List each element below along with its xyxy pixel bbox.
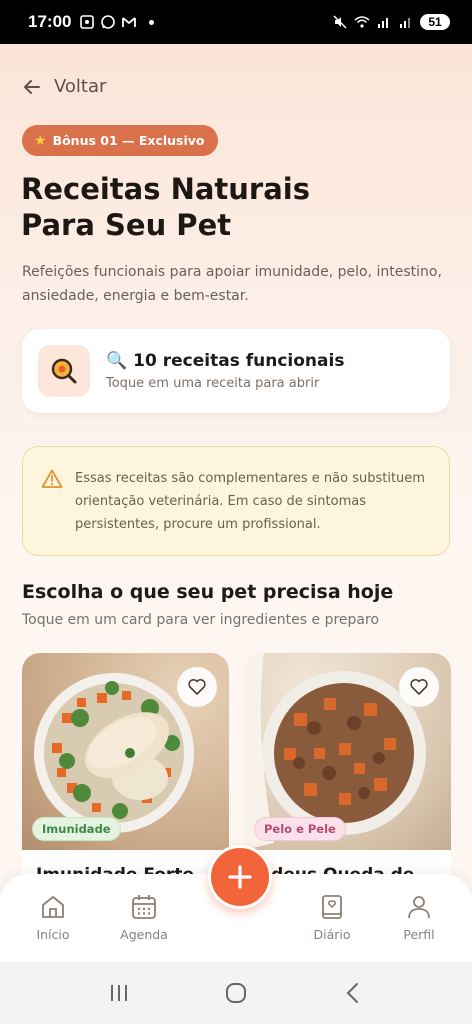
whatsapp-icon — [101, 15, 116, 29]
page-subtitle: Refeições funcionais para apoiar imunida… — [22, 264, 442, 304]
gmail-icon — [122, 17, 137, 27]
notification-dot — [149, 19, 155, 25]
recipe-card[interactable]: Pelo e Pele Adeus Queda de — [244, 653, 451, 880]
warning-icon — [41, 469, 63, 488]
status-app-icons — [79, 14, 137, 30]
signal-icon — [400, 18, 410, 28]
count-title: 🔍 10 receitas funcionais — [106, 351, 344, 371]
status-right: 51 — [332, 14, 450, 30]
page-title-line1: Receitas Naturais — [21, 172, 311, 206]
count-text: 🔍 10 receitas funcionais Toque em uma re… — [106, 351, 344, 391]
nav-item-diario[interactable]: Diário — [296, 892, 368, 942]
favorite-button[interactable] — [399, 667, 439, 707]
calendar-icon — [132, 895, 156, 919]
system-nav-bar — [0, 962, 472, 1024]
disclaimer-text: Essas receitas são complementares e não … — [75, 471, 425, 532]
section-title: Escolha o que seu pet precisa hoje — [22, 581, 394, 603]
add-button[interactable] — [208, 845, 272, 909]
magnifier-icon: 🔍 — [106, 351, 128, 371]
book-icon — [322, 895, 342, 919]
arrow-left-icon — [24, 79, 40, 94]
bonus-badge: ★ Bônus 01 — Exclusivo — [22, 125, 218, 156]
back-chevron-icon[interactable] — [340, 980, 366, 1006]
count-subtitle: Toque em uma receita para abrir — [106, 376, 320, 391]
signal-icon — [378, 18, 388, 28]
status-left: 17:00 — [28, 12, 155, 32]
recipe-card[interactable]: Imunidade Imunidade Forte — [22, 653, 229, 880]
recipe-tag: Imunidade — [32, 817, 121, 841]
status-bar: 17:00 51 — [0, 0, 472, 44]
back-label: Voltar — [54, 76, 107, 97]
favorite-button[interactable] — [177, 667, 217, 707]
recipe-image: Pelo e Pele — [244, 653, 451, 850]
badge-label: Bônus 01 — Exclusivo — [52, 133, 205, 148]
battery-indicator: 51 — [420, 14, 450, 30]
recipe-image: Imunidade — [22, 653, 229, 850]
star-icon: ★ — [34, 132, 47, 149]
page-title-line2: Para Seu Pet — [21, 208, 232, 242]
nav-item-perfil[interactable]: Perfil — [383, 892, 455, 942]
nav-item-home[interactable]: Início — [17, 892, 89, 942]
nav-label: Início — [36, 927, 70, 942]
screenshot-icon — [80, 15, 95, 29]
nav-label: Perfil — [403, 927, 435, 942]
nav-label: Agenda — [120, 927, 168, 942]
status-time: 17:00 — [28, 12, 72, 31]
recent-apps-icon[interactable] — [106, 980, 132, 1006]
nav-label: Diário — [313, 927, 351, 942]
page-title: Receitas Naturais Para Seu Pet — [21, 171, 441, 243]
home-circle-icon[interactable] — [223, 980, 249, 1006]
count-title-label: 10 receitas funcionais — [133, 351, 345, 371]
user-icon — [408, 896, 430, 919]
back-button[interactable]: Voltar — [22, 76, 106, 97]
recipe-tag: Pelo e Pele — [254, 817, 346, 841]
main-content[interactable]: Voltar ★ Bônus 01 — Exclusivo Receitas N… — [0, 44, 472, 880]
recipe-count-card[interactable]: 🔍 10 receitas funcionais Toque em uma re… — [22, 329, 450, 413]
section-subtitle: Toque em um card para ver ingredientes e… — [22, 612, 380, 628]
home-icon — [42, 896, 64, 918]
mute-icon — [333, 15, 347, 29]
heart-icon — [188, 679, 206, 695]
disclaimer-card: Essas receitas são complementares e não … — [22, 446, 450, 556]
plus-icon — [228, 865, 252, 889]
search-food-icon — [38, 345, 90, 397]
heart-icon — [410, 679, 428, 695]
wifi-icon — [354, 16, 370, 28]
nav-item-agenda[interactable]: Agenda — [108, 892, 180, 942]
